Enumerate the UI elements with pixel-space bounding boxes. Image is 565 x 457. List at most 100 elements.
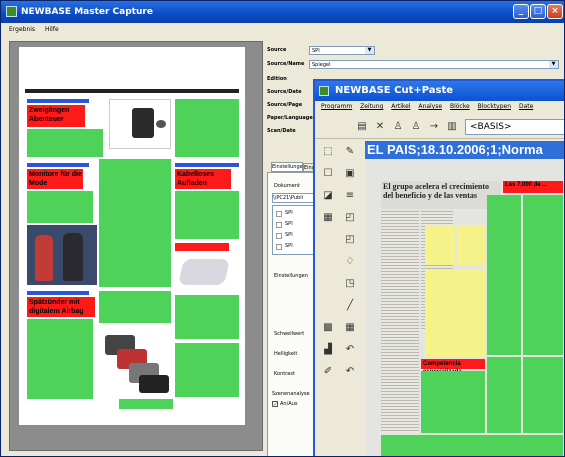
list-icon[interactable]: ≡ [343,189,357,203]
source-name-value: Spiegel [312,62,331,68]
article-headline: Spätzünder mit digitalem Airbag [29,299,84,315]
menu-analyse[interactable]: Analyse [418,103,442,110]
charging-pad-image [178,259,230,285]
stamp-icon[interactable]: ▣ [343,167,357,181]
close-button[interactable]: × [547,4,563,19]
article-text-block[interactable] [99,291,171,323]
bucket-icon[interactable]: ♢ [343,255,357,269]
article-photo-cameras[interactable] [99,327,173,397]
text-block-icon[interactable]: ▦ [321,211,335,225]
arrow-right-icon[interactable]: → [427,120,441,134]
menu-hilfe[interactable]: Hilfe [45,26,59,33]
page-header-band [25,89,239,93]
article-subheadline-box[interactable] [175,243,229,251]
article-text-block[interactable] [175,343,239,397]
shape-add-icon[interactable]: ◰ [343,233,357,247]
text-column[interactable] [381,435,563,456]
bottom-headline-box[interactable]: Competencia especializada [421,359,485,375]
basis-field[interactable]: <BASIS> [465,119,564,135]
article-text-block[interactable] [27,319,93,399]
article-text-block[interactable] [175,295,239,339]
menu-artikel[interactable]: Artikel [391,103,410,110]
edit-icon[interactable]: ✐ [321,365,335,379]
document-list[interactable]: SPI SPI SPI SPI [272,205,314,255]
list-item[interactable]: SPI [285,232,293,238]
newspaper-page-preview[interactable]: Zweigängen Abenteuer Monitore für die Mo… [19,47,245,425]
undo-icon[interactable]: ↶ [343,365,357,379]
article-text-block[interactable] [119,399,173,409]
article-headline-box[interactable]: Spätzünder mit digitalem Airbag [27,297,95,317]
document-path-field[interactable]: \\PC21\Publi [272,193,314,203]
text-column[interactable] [487,357,521,433]
article-text-block[interactable] [175,191,239,239]
person-icon[interactable]: ♙ [391,120,405,134]
menu-programm[interactable]: Programm [321,103,352,110]
article-headline-box[interactable]: Zweigängen Abenteuer [27,105,85,127]
headline-block[interactable]: El grupo acelera el crecimiento del bene… [381,181,501,209]
list-item[interactable]: SPI [285,221,293,227]
source-name-select[interactable]: Spiegel ▼ [309,60,559,69]
table-block[interactable] [425,269,485,357]
undo-icon[interactable]: ↶ [343,343,357,357]
prop-label: Scan/Date [267,128,296,134]
person-icon[interactable]: ♙ [409,120,423,134]
scan-icon[interactable]: ▤ [355,120,369,134]
chart-icon[interactable]: ▟ [321,343,335,357]
maximize-button[interactable]: □ [530,4,546,19]
minimize-button[interactable]: _ [513,4,529,19]
column-icon[interactable]: ▥ [445,120,459,134]
shape-add-icon[interactable]: ◰ [343,211,357,225]
tab-einstellungen[interactable]: Einstellungen [271,162,306,172]
checkbox[interactable] [276,211,282,217]
text-column[interactable] [381,211,419,341]
text-column[interactable] [523,195,563,355]
chevron-down-icon[interactable]: ▼ [549,61,558,68]
article-kicker [27,99,89,103]
checkbox[interactable] [276,233,282,239]
text-column[interactable] [523,357,563,433]
table-block[interactable] [457,225,485,265]
menu-bloecke[interactable]: Blöcke [450,103,470,110]
article-headline: Kabelloses Aufladen [177,171,214,187]
auto-checkbox[interactable]: ✓ [272,401,278,408]
select-icon[interactable]: ⬚ [321,145,335,159]
article-photo-camera[interactable] [109,99,171,149]
article-text-block[interactable] [27,191,93,223]
prop-label: Edition [267,76,287,82]
close-icon[interactable]: ✕ [373,120,387,134]
brush-icon[interactable]: ✎ [343,145,357,159]
article-text-block[interactable] [175,99,239,157]
line-icon[interactable]: ╱ [343,299,357,313]
menu-zeitung[interactable]: Zeitung [360,103,383,110]
menu-date[interactable]: Date [519,103,533,110]
checkbox[interactable] [276,222,282,228]
article-kicker [27,291,89,295]
article-photo-pads[interactable] [175,253,239,293]
article-photo-people[interactable] [27,225,97,285]
menu-blocktypen[interactable]: Blocktypen [478,103,511,110]
source-select[interactable]: SPI ▼ [309,46,375,55]
article-text-block[interactable] [27,129,103,157]
text-column[interactable] [421,371,485,433]
table-block[interactable] [425,225,455,265]
rectangle-icon[interactable]: ☐ [321,167,335,181]
shape-add-icon[interactable]: ◳ [343,277,357,291]
text-column[interactable] [381,343,419,433]
checkbox[interactable] [276,244,282,250]
text-column[interactable] [487,195,521,355]
side-headline-box[interactable]: Las 7.000 de ... [503,181,563,193]
image-icon[interactable]: ▩ [321,321,335,335]
fill-icon[interactable]: ◪ [321,189,335,203]
list-item[interactable]: SPI [285,243,293,249]
newspaper-scan-view[interactable]: EL PAIS;18.10.2006;1;Norma El grupo acel… [365,141,564,456]
document-label: Dokument [274,183,300,189]
cutpaste-title: NEWBASE Cut+Paste [335,85,454,96]
article-text-block[interactable] [99,159,171,287]
list-item[interactable]: SPI [285,210,293,216]
grid-icon[interactable]: ▦ [343,321,357,335]
chevron-down-icon[interactable]: ▼ [365,47,374,54]
article-headline-box[interactable]: Monitore für die Mode [27,169,83,189]
menu-ergebnis[interactable]: Ergebnis [9,26,35,33]
article-headline-box[interactable]: Kabelloses Aufladen [175,169,231,189]
auto-checkbox-label: An/Aus [280,401,298,407]
